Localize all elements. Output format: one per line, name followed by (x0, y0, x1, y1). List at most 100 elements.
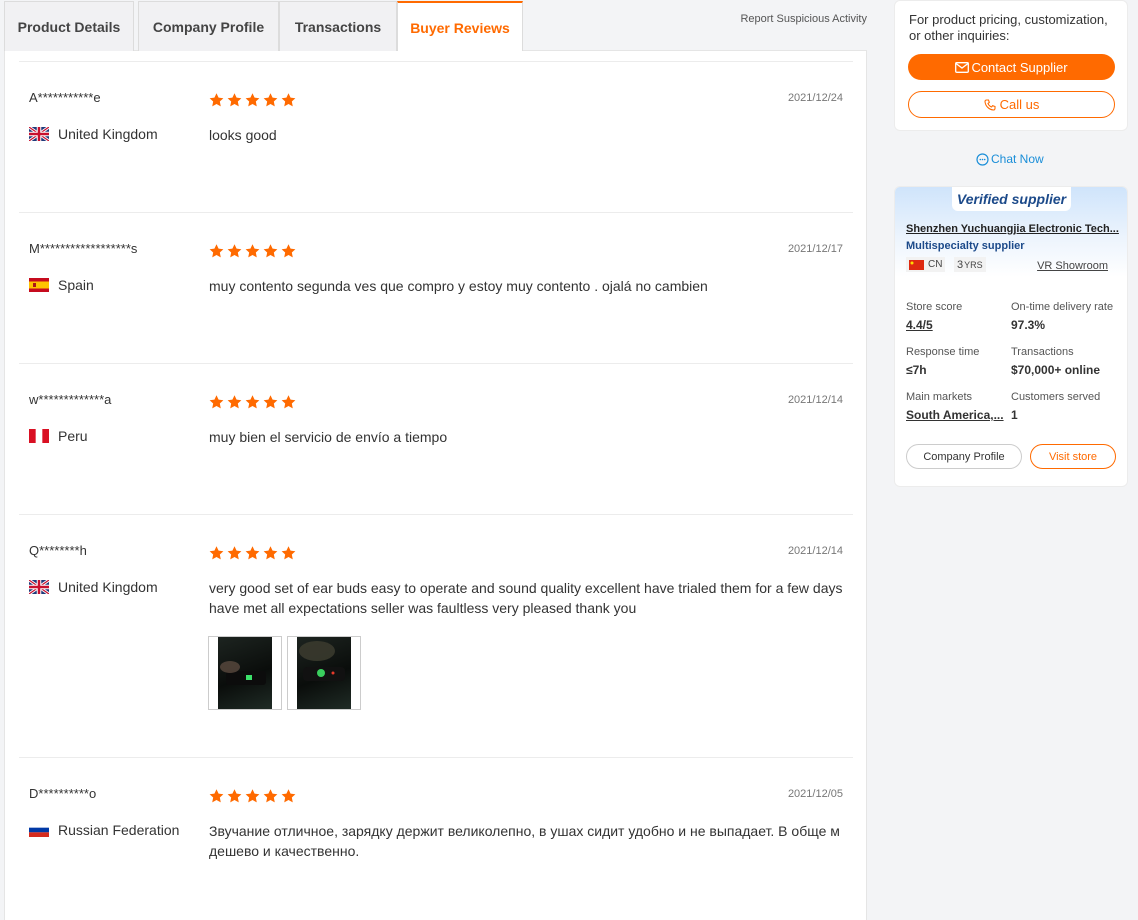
rating-stars (208, 92, 298, 108)
review-item: w*************a 2021/12/14 Peru muy bien… (19, 364, 853, 515)
buyer-country: United Kingdom (29, 126, 158, 142)
supplier-years: 3 (957, 258, 964, 271)
tab-bar: Product Details Company Profile Transact… (4, 0, 867, 52)
review-item: M******************s 2021/12/17 Spain mu… (19, 213, 853, 364)
chat-now-link[interactable]: Chat Now (976, 152, 1044, 166)
buyer-country: Russian Federation (29, 822, 179, 838)
contact-supplier-label: Contact Supplier (971, 59, 1068, 75)
review-photo-thumbnail[interactable] (208, 636, 282, 710)
star-icon (208, 243, 225, 259)
main-markets-value[interactable]: South America,... (906, 408, 1004, 422)
review-date: 2021/12/14 (787, 545, 843, 557)
tab-buyer-reviews[interactable]: Buyer Reviews (397, 1, 523, 52)
stat-label: On-time delivery rate (1011, 301, 1114, 313)
star-icon (244, 788, 261, 804)
china-flag-icon (909, 259, 924, 270)
star-icon (244, 243, 261, 259)
tab-company-profile[interactable]: Company Profile (138, 1, 279, 51)
star-icon (208, 394, 225, 410)
star-icon (262, 788, 279, 804)
supplier-type: Multispecialty supplier (906, 240, 1025, 252)
spain-flag-icon (29, 278, 49, 292)
uk-flag-icon (29, 127, 49, 141)
supplier-country-tag: CN (906, 257, 946, 272)
stat-label: Response time (906, 346, 980, 358)
review-text: muy bien el servicio de envío a tiempo (209, 429, 448, 445)
star-icon (226, 545, 243, 561)
buyer-name: Q********h (29, 543, 87, 558)
inquiry-text: For product pricing, customization, or o… (909, 12, 1108, 43)
star-icon (208, 545, 225, 561)
reviews-main: Product Details Company Profile Transact… (4, 0, 867, 920)
buyer-name: D**********o (29, 786, 97, 801)
call-us-button[interactable]: Call us (908, 91, 1115, 118)
tab-product-details[interactable]: Product Details (4, 1, 134, 51)
peru-flag-icon (29, 429, 49, 443)
review-text: looks good (209, 127, 277, 143)
review-photos (208, 636, 366, 710)
star-icon (226, 394, 243, 410)
review-date: 2021/12/14 (787, 394, 843, 406)
star-icon (280, 545, 297, 561)
star-icon (244, 545, 261, 561)
reviews-panel: A***********e 2021/12/24 United Kingdom … (4, 51, 867, 920)
rating-stars (208, 545, 298, 561)
verified-supplier-badge: Verified supplier (952, 187, 1071, 211)
store-score-value[interactable]: 4.4/5 (906, 318, 933, 332)
stat-label: Main markets (906, 391, 973, 403)
buyer-name: A***********e (29, 90, 101, 105)
star-icon (262, 394, 279, 410)
inquiry-card: For product pricing, customization, or o… (894, 0, 1128, 131)
review-item: A***********e 2021/12/24 United Kingdom … (19, 62, 853, 213)
star-icon (262, 545, 279, 561)
star-icon (208, 788, 225, 804)
supplier-years-tag: 3 YRS (954, 257, 986, 272)
russia-flag-icon (29, 823, 49, 837)
phone-icon (984, 98, 996, 111)
review-photo-thumbnail[interactable] (287, 636, 361, 710)
buyer-name: M******************s (29, 241, 138, 256)
supplier-name-link[interactable]: Shenzhen Yuchuangjia Electronic Tech... (906, 223, 1121, 235)
report-suspicious-activity-link[interactable]: Report Suspicious Activity (740, 13, 867, 25)
visit-store-button[interactable]: Visit store (1030, 444, 1116, 469)
country-name: United Kingdom (58, 579, 158, 595)
country-name: Spain (58, 277, 94, 293)
review-date: 2021/12/17 (787, 243, 843, 255)
call-us-label: Call us (999, 97, 1040, 112)
star-icon (208, 92, 225, 108)
chat-icon (976, 152, 989, 166)
star-icon (280, 92, 297, 108)
tab-transactions[interactable]: Transactions (279, 1, 397, 51)
star-icon (262, 92, 279, 108)
buyer-country: Peru (29, 428, 88, 444)
uk-flag-icon (29, 580, 49, 594)
stat-label: Customers served (1011, 391, 1101, 403)
star-icon (280, 788, 297, 804)
buyer-country: Spain (29, 277, 94, 293)
buyer-country: United Kingdom (29, 579, 158, 595)
contact-supplier-button[interactable]: Contact Supplier (908, 54, 1115, 80)
stat-label: Store score (906, 301, 963, 313)
vr-showroom-link[interactable]: VR Showroom (1037, 260, 1108, 272)
mail-icon (955, 61, 970, 73)
country-name: Peru (58, 428, 88, 444)
star-icon (280, 394, 297, 410)
chat-now-label: Chat Now (991, 152, 1044, 166)
supplier-years-unit: YRS (964, 259, 983, 270)
star-icon (226, 788, 243, 804)
customers-served-value: 1 (1011, 408, 1018, 422)
review-item: Q********h 2021/12/14 United Kingdom ver… (19, 515, 853, 758)
review-date: 2021/12/05 (787, 788, 843, 800)
country-name: United Kingdom (58, 126, 158, 142)
review-item: D**********o 2021/12/05 Russian Federati… (19, 758, 853, 920)
buyer-name: w*************a (29, 392, 112, 407)
rating-stars (208, 243, 298, 259)
stat-label: Transactions (1011, 346, 1074, 358)
response-time-value: ≤7h (906, 363, 927, 377)
star-icon (244, 394, 261, 410)
country-name: Russian Federation (58, 822, 180, 838)
star-icon (244, 92, 261, 108)
company-profile-button[interactable]: Company Profile (906, 444, 1022, 469)
review-text: Звучание отличное, зарядку держит велико… (209, 823, 840, 859)
supplier-card: Verified supplier Shenzhen Yuchuangjia E… (894, 186, 1128, 487)
